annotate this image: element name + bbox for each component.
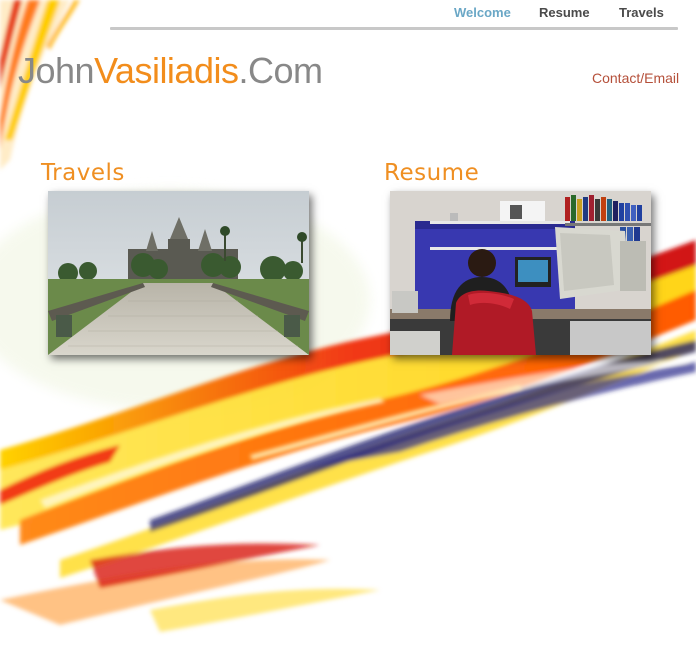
top-nav: Welcome Resume Travels bbox=[0, 5, 696, 25]
travels-heading[interactable]: Travels bbox=[41, 160, 125, 186]
nav-item-welcome[interactable]: Welcome bbox=[454, 5, 511, 20]
resume-photo[interactable] bbox=[390, 191, 651, 355]
site-title: JohnVasiliadis.Com bbox=[18, 50, 323, 92]
site-title-first: John bbox=[18, 50, 95, 91]
temple-image bbox=[48, 191, 309, 355]
site-title-tld: .Com bbox=[238, 50, 323, 91]
site-title-last: Vasiliadis bbox=[94, 50, 239, 91]
nav-item-travels[interactable]: Travels bbox=[619, 5, 664, 20]
nav-divider bbox=[110, 27, 678, 30]
resume-heading[interactable]: Resume bbox=[384, 160, 479, 186]
contact-email-link[interactable]: Contact/Email bbox=[592, 70, 679, 86]
travels-photo[interactable] bbox=[48, 191, 309, 355]
nav-item-resume[interactable]: Resume bbox=[539, 5, 590, 20]
computer-lab-image bbox=[390, 191, 651, 355]
